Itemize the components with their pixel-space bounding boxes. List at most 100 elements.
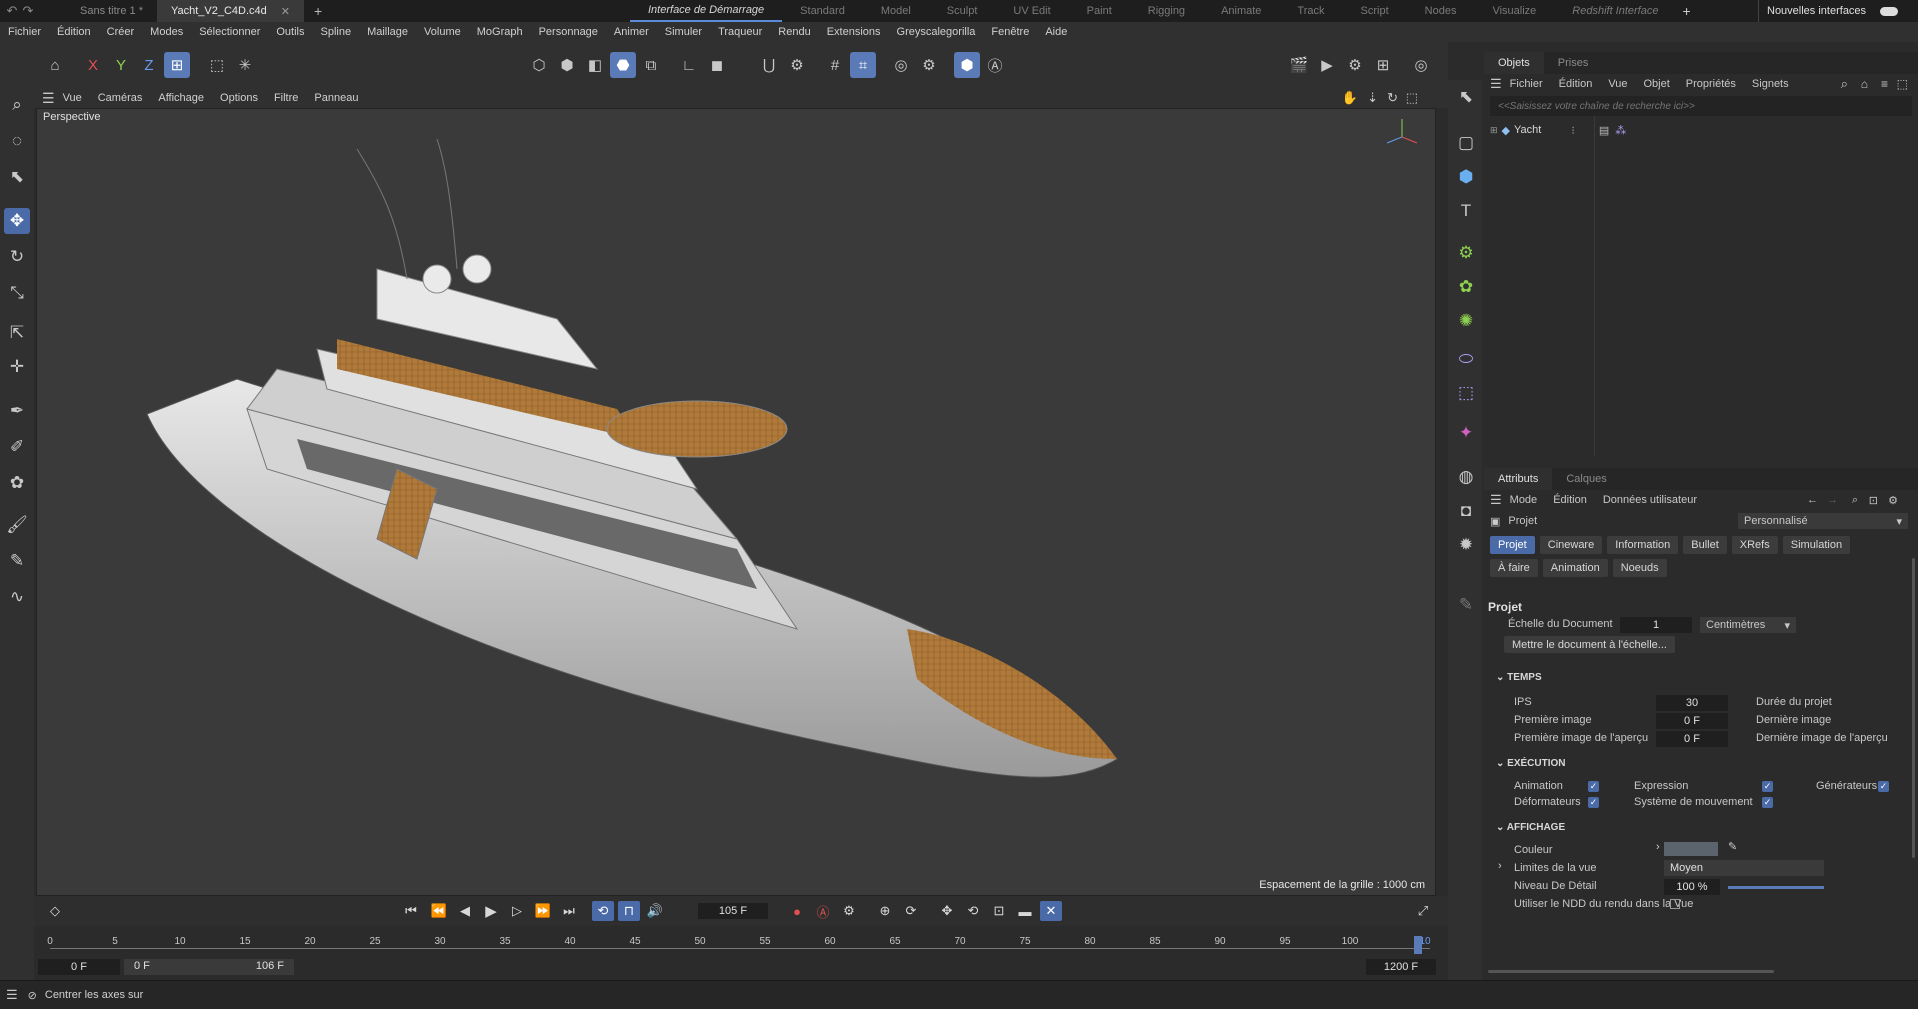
object-icon[interactable]: ⬢ xyxy=(954,52,980,78)
axis-z-button[interactable]: Z xyxy=(136,52,162,78)
hamburger-icon[interactable]: ☰ xyxy=(1490,492,1502,508)
tab-calques[interactable]: Calques xyxy=(1552,468,1620,490)
null-object-icon[interactable]: ▢ xyxy=(1453,130,1479,156)
menu-item[interactable]: Outils xyxy=(268,22,312,42)
first-frame-field[interactable]: 0 F xyxy=(1656,713,1728,729)
scheme-icon[interactable]: ✕ xyxy=(1040,901,1062,921)
axis-y-button[interactable]: Y xyxy=(108,52,134,78)
section-temps[interactable]: ⌄ TEMPS xyxy=(1496,672,1542,683)
search-icon[interactable]: ⌕ xyxy=(1841,76,1848,92)
solo-icon[interactable]: ◼ xyxy=(704,52,730,78)
color-swatch[interactable] xyxy=(1664,842,1718,856)
next-key-icon[interactable]: ⏩ xyxy=(532,901,554,921)
key-settings-icon[interactable]: ⚙ xyxy=(838,901,860,921)
layout-tab[interactable]: Visualize xyxy=(1474,0,1554,22)
preview-first-field[interactable]: 0 F xyxy=(1656,731,1728,747)
rotate-view-icon[interactable]: ↻ xyxy=(1387,90,1398,106)
axis-mode-icon[interactable]: ∟ xyxy=(676,52,702,78)
help-icon[interactable]: ◎ xyxy=(1408,52,1434,78)
tab-xrefs[interactable]: XRefs xyxy=(1731,536,1778,554)
doc-tab-untitled[interactable]: Sans titre 1 * xyxy=(66,0,157,22)
keyframe-icon[interactable]: ◇ xyxy=(44,901,66,921)
paint-icon[interactable]: ✿ xyxy=(4,470,30,496)
param-key-icon[interactable]: ⟲ xyxy=(962,901,984,921)
knife-icon[interactable]: ✎ xyxy=(4,548,30,574)
brush-icon[interactable]: 🖌 xyxy=(4,512,30,538)
pan-icon[interactable]: ✋ xyxy=(1342,90,1358,106)
text-icon[interactable]: T xyxy=(1453,198,1479,224)
layout-tab[interactable]: Sculpt xyxy=(929,0,996,22)
back-arrow-icon[interactable]: ← xyxy=(1807,494,1818,506)
menu-item[interactable]: Traqueur xyxy=(710,22,770,42)
generators-checkbox[interactable]: ✓ xyxy=(1878,781,1889,792)
deformer-icon[interactable]: ⬭ xyxy=(1453,346,1479,372)
ndd-checkbox[interactable] xyxy=(1670,899,1680,909)
viewport-menu-item[interactable]: Filtre xyxy=(266,92,306,104)
viewport-menu-item[interactable]: Panneau xyxy=(306,92,366,104)
rotate-icon[interactable]: ↻ xyxy=(4,244,30,270)
lock-icon[interactable]: ⊡ xyxy=(1869,494,1878,507)
tag-icon[interactable]: ▤ xyxy=(1599,124,1609,137)
viewport[interactable]: Perspective Espacement de la grille : 10… xyxy=(36,108,1436,896)
generator-icon[interactable]: ⚙ xyxy=(1453,240,1479,266)
motion-system-checkbox[interactable]: ✓ xyxy=(1762,797,1773,808)
menu-item[interactable]: Fichier xyxy=(0,22,49,42)
search-icon[interactable]: ⌕ xyxy=(1852,494,1858,507)
live-selection-icon[interactable]: ◌ xyxy=(4,128,30,154)
hamburger-icon[interactable]: ☰ xyxy=(6,987,18,1003)
uv-mode-icon[interactable]: ⧉ xyxy=(638,52,664,78)
expression-checkbox[interactable]: ✓ xyxy=(1762,781,1773,792)
menu-item[interactable]: Volume xyxy=(416,22,469,42)
playhead[interactable] xyxy=(1414,936,1422,954)
tab-bullet[interactable]: Bullet xyxy=(1683,536,1727,554)
add-layout-button[interactable]: + xyxy=(1682,3,1690,19)
edges-mode-icon[interactable]: ⬢ xyxy=(554,52,580,78)
chevron-right-icon[interactable]: › xyxy=(1498,860,1502,872)
attributes-menu-item[interactable]: Édition xyxy=(1545,494,1595,506)
workplane-icon[interactable]: ✳ xyxy=(232,52,258,78)
layout-tab[interactable]: Model xyxy=(863,0,929,22)
position-key-icon[interactable]: ⊕ xyxy=(874,901,896,921)
objects-menu-item[interactable]: Édition xyxy=(1551,78,1601,90)
section-affichage[interactable]: ⌄ AFFICHAGE xyxy=(1496,822,1565,833)
unit-dropdown[interactable]: Centimètres ▾ xyxy=(1700,617,1796,633)
layout-tab[interactable]: Track xyxy=(1279,0,1342,22)
go-to-end-icon[interactable]: ⏭ xyxy=(558,901,580,921)
visibility-icon[interactable]: ⁝ xyxy=(1571,124,1575,137)
placement-icon[interactable]: ✛ xyxy=(4,354,30,380)
move-view-icon[interactable]: ⇣ xyxy=(1367,90,1378,106)
tab-information[interactable]: Information xyxy=(1607,536,1679,554)
objects-menu-item[interactable]: Signets xyxy=(1744,78,1797,90)
layout-tab[interactable]: Nodes xyxy=(1407,0,1475,22)
render-view-icon[interactable]: 🎬 xyxy=(1286,52,1312,78)
render-settings-icon[interactable]: ⚙ xyxy=(1342,52,1368,78)
maximize-icon[interactable]: ⬚ xyxy=(1897,77,1908,91)
home-icon[interactable]: ⌂ xyxy=(1861,77,1868,91)
tab-a-faire[interactable]: À faire xyxy=(1490,559,1538,577)
tab-attributs[interactable]: Attributs xyxy=(1484,468,1553,490)
play-icon[interactable]: ▶ xyxy=(480,901,502,921)
scale-key-icon[interactable]: ✥ xyxy=(936,901,958,921)
gear-icon[interactable]: ⚙ xyxy=(916,52,942,78)
close-icon[interactable]: ✕ xyxy=(281,5,290,18)
menu-item[interactable]: Greyscalegorilla xyxy=(889,22,984,42)
transfer-icon[interactable]: ⇱ xyxy=(4,320,30,346)
lod-slider[interactable] xyxy=(1728,886,1824,889)
scale-icon[interactable]: ⤡ xyxy=(4,280,30,306)
current-frame-field[interactable]: 105 F xyxy=(698,903,768,919)
tab-objets[interactable]: Objets xyxy=(1484,52,1544,74)
menu-item[interactable]: Modes xyxy=(142,22,191,42)
sound-icon[interactable]: 🔊 xyxy=(644,901,666,921)
render-a-icon[interactable]: Ⓐ xyxy=(982,52,1008,78)
tab-projet[interactable]: Projet xyxy=(1490,536,1535,554)
menu-item[interactable]: Personnage xyxy=(531,22,606,42)
axis-x-button[interactable]: X xyxy=(80,52,106,78)
new-interfaces[interactable]: Nouvelles interfaces xyxy=(1758,0,1899,22)
edit-icon[interactable]: ✎ xyxy=(1453,592,1479,618)
menu-item[interactable]: Simuler xyxy=(657,22,710,42)
object-search-input[interactable] xyxy=(1490,96,1912,116)
spline-icon[interactable]: ✦ xyxy=(1453,420,1479,446)
menu-item[interactable]: Édition xyxy=(49,22,99,42)
toggle-icon[interactable] xyxy=(1880,6,1899,16)
deformers-checkbox[interactable]: ✓ xyxy=(1588,797,1599,808)
